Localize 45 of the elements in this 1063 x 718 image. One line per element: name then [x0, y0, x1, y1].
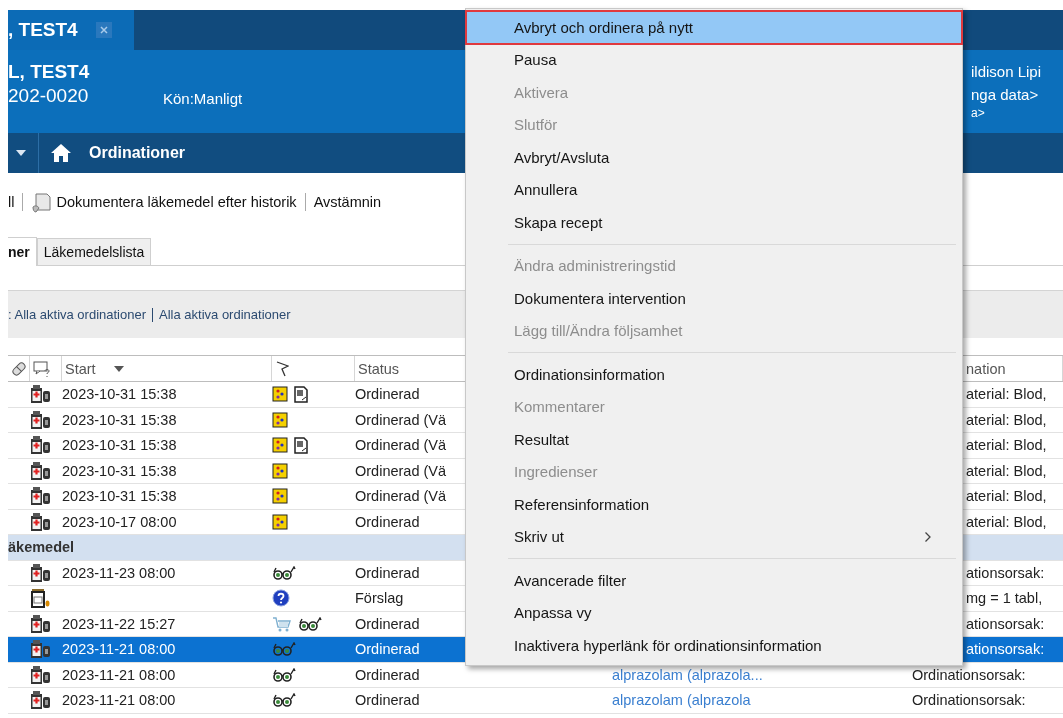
start-time: 2023-10-31 15:38: [62, 411, 177, 428]
start-time: 2023-10-31 15:38: [62, 437, 177, 454]
status-text: Ordinerad (Vä: [355, 488, 447, 505]
patient-info-text: ildison Lipi: [971, 62, 1043, 82]
status-text: Ordinerad: [355, 386, 420, 403]
start-time: 2023-11-23 08:00: [62, 564, 176, 581]
status-text: Ordinerad: [355, 564, 420, 581]
start-time: 2023-11-21 08:00: [62, 692, 176, 709]
status-text: Ordinerad: [355, 692, 420, 709]
patient-info-text: a>: [971, 106, 986, 120]
status-text: Ordinerad (Vä: [355, 437, 447, 454]
page-title: Ordinationer: [89, 144, 185, 162]
patient-info-text: nga data>: [971, 85, 1040, 105]
details-text: ationsorsak:: [966, 641, 1045, 658]
status-text: Ordinerad: [355, 641, 420, 658]
window-tab-label: , TEST4: [8, 19, 78, 41]
patient-name: L, TEST4: [8, 60, 91, 84]
details-text: aterial: Blod,: [966, 437, 1047, 454]
start-time: 2023-10-31 15:38: [62, 462, 177, 479]
details-text: mg = 1 tabl,: [966, 590, 1043, 607]
start-time: 2023-11-21 08:00: [62, 641, 176, 658]
details-text: Ordinationsorsak:: [912, 692, 1026, 709]
details-text: ationsorsak:: [966, 615, 1045, 632]
patient-gender: Kön:Manligt: [163, 90, 243, 107]
status-text: Ordinerad: [355, 513, 420, 530]
start-time: 2023-10-17 08:00: [62, 513, 177, 530]
details-text: aterial: Blod,: [966, 462, 1047, 479]
status-text: Ordinerad: [355, 666, 420, 683]
start-time: 2023-11-22 15:27: [62, 615, 176, 632]
details-text: aterial: Blod,: [966, 513, 1047, 530]
status-text: Ordinerad (Vä: [355, 411, 447, 428]
group-label: äkemedel: [8, 539, 75, 556]
details-text: aterial: Blod,: [966, 488, 1047, 505]
start-time: 2023-10-31 15:38: [62, 386, 177, 403]
status-text: Ordinerad (Vä: [355, 462, 447, 479]
filter-label: : Alla aktiva ordinationer: [8, 307, 147, 322]
start-time: 2023-11-21 08:00: [62, 666, 176, 683]
status-text: Ordinerad: [355, 615, 420, 632]
status-text: Förslag: [355, 590, 404, 607]
details-text: aterial: Blod,: [966, 386, 1047, 403]
details-text: aterial: Blod,: [966, 411, 1047, 428]
patient-id: 202-0020: [8, 84, 90, 108]
start-time: 2023-10-31 15:38: [62, 488, 177, 505]
details-text: ationsorsak:: [966, 564, 1045, 581]
details-text: Ordinationsorsak:: [912, 666, 1026, 683]
